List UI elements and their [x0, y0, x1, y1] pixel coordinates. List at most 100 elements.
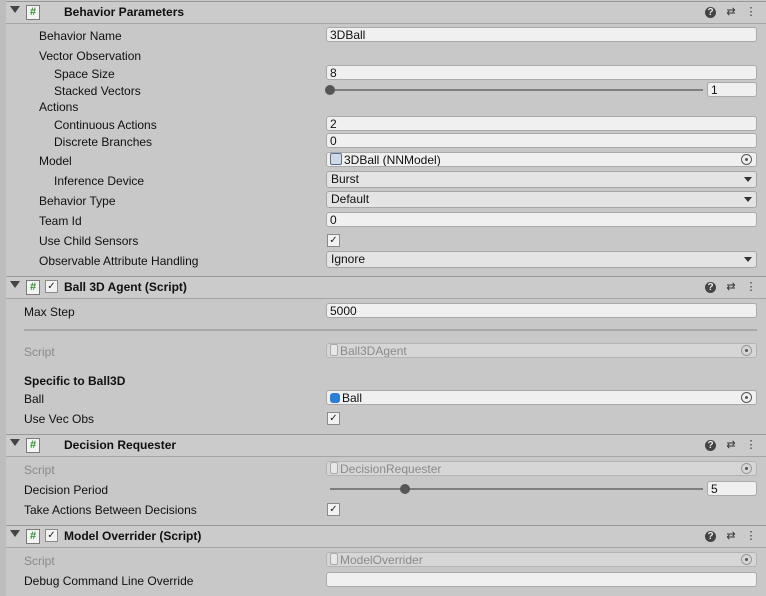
decision-period-label: Decision Period: [24, 483, 109, 497]
script-file-icon: [330, 344, 338, 356]
behavior-type-value: Default: [331, 192, 370, 206]
stacked-vectors-label: Stacked Vectors: [54, 84, 141, 98]
help-icon[interactable]: ?: [705, 7, 716, 18]
script-object-field: ModelOverrider: [326, 552, 757, 567]
use-vec-obs-checkbox[interactable]: ✓: [327, 412, 340, 425]
use-child-sensors-label: Use Child Sensors: [39, 234, 139, 248]
fold-arrow-icon[interactable]: [10, 439, 20, 446]
chevron-down-icon: [744, 257, 752, 262]
stacked-vectors-slider-thumb[interactable]: [325, 85, 335, 95]
behavior-type-dropdown[interactable]: Default: [326, 191, 757, 208]
debug-override-label: Debug Command Line Override: [24, 574, 194, 588]
presets-icon[interactable]: ⇄: [724, 529, 738, 543]
script-label: Script: [24, 345, 55, 359]
script-label: Script: [24, 463, 55, 477]
take-actions-checkbox[interactable]: ✓: [327, 503, 340, 516]
context-menu-icon[interactable]: ⋮: [744, 280, 758, 294]
ball-value: Ball: [342, 391, 363, 405]
fold-arrow-icon[interactable]: [10, 281, 20, 288]
team-id-input[interactable]: 0: [326, 212, 757, 227]
decision-period-input[interactable]: 5: [707, 481, 757, 496]
presets-icon[interactable]: ⇄: [724, 438, 738, 452]
inspector-panel: # Behavior Parameters ? ⇄ ⋮ Behavior Nam…: [0, 0, 766, 596]
debug-override-input[interactable]: [326, 572, 757, 587]
script-value: Ball3DAgent: [340, 344, 407, 358]
observable-attribute-dropdown[interactable]: Ignore: [326, 251, 757, 268]
chevron-down-icon: [744, 197, 752, 202]
use-vec-obs-label: Use Vec Obs: [24, 412, 95, 426]
script-file-icon: [330, 553, 338, 565]
component-title: Decision Requester: [64, 438, 177, 452]
ball-label: Ball: [24, 392, 45, 406]
inference-device-value: Burst: [331, 172, 360, 186]
script-value: ModelOverrider: [340, 553, 423, 567]
chevron-down-icon: [744, 177, 752, 182]
script-object-field: DecisionRequester: [326, 461, 757, 476]
decision-requester-header[interactable]: # Decision Requester ? ⇄ ⋮: [6, 434, 766, 457]
help-icon[interactable]: ?: [705, 531, 716, 542]
decision-period-slider-track[interactable]: [330, 488, 703, 490]
inference-device-label: Inference Device: [54, 174, 145, 188]
object-picker-icon[interactable]: [741, 154, 752, 165]
model-label: Model: [39, 154, 72, 168]
context-menu-icon[interactable]: ⋮: [744, 5, 758, 19]
model-value: 3DBall (NNModel): [344, 153, 441, 167]
stacked-vectors-input[interactable]: 1: [707, 82, 757, 97]
fold-arrow-icon[interactable]: [10, 530, 20, 537]
script-label: Script: [24, 554, 55, 568]
component-title: Model Overrider (Script): [64, 529, 202, 543]
component-enabled-checkbox[interactable]: ✓: [45, 529, 58, 542]
behavior-parameters-header[interactable]: # Behavior Parameters ? ⇄ ⋮: [6, 1, 766, 24]
object-picker-icon[interactable]: [741, 392, 752, 403]
use-child-sensors-checkbox[interactable]: ✓: [327, 234, 340, 247]
continuous-actions-label: Continuous Actions: [54, 118, 157, 132]
script-object-field: Ball3DAgent: [326, 343, 757, 358]
space-size-input[interactable]: 8: [326, 65, 757, 80]
discrete-branches-input[interactable]: 0: [326, 133, 757, 148]
inference-device-dropdown[interactable]: Burst: [326, 171, 757, 188]
space-size-label: Space Size: [54, 67, 115, 81]
behavior-name-label: Behavior Name: [39, 29, 122, 43]
specific-section-heading: Specific to Ball3D: [24, 374, 126, 388]
continuous-actions-input[interactable]: 2: [326, 116, 757, 131]
vector-observation-label: Vector Observation: [39, 49, 142, 63]
ball-3d-agent-header[interactable]: # ✓ Ball 3D Agent (Script) ? ⇄ ⋮: [6, 276, 766, 299]
help-icon[interactable]: ?: [705, 282, 716, 293]
ball-object-field[interactable]: Ball: [326, 390, 757, 405]
model-overrider-header[interactable]: # ✓ Model Overrider (Script) ? ⇄ ⋮: [6, 525, 766, 548]
presets-icon[interactable]: ⇄: [724, 5, 738, 19]
script-hash-icon: #: [26, 280, 40, 295]
take-actions-label: Take Actions Between Decisions: [24, 503, 197, 517]
max-step-label: Max Step: [24, 305, 75, 319]
context-menu-icon[interactable]: ⋮: [744, 438, 758, 452]
behavior-type-label: Behavior Type: [39, 194, 116, 208]
behavior-name-input[interactable]: 3DBall: [326, 27, 757, 42]
script-hash-icon: #: [26, 529, 40, 544]
context-menu-icon[interactable]: ⋮: [744, 529, 758, 543]
gameobject-cube-icon: [330, 393, 340, 403]
model-object-field[interactable]: 3DBall (NNModel): [326, 152, 757, 167]
object-picker-icon: [741, 554, 752, 565]
stacked-vectors-slider-track[interactable]: [330, 89, 703, 91]
observable-attribute-label: Observable Attribute Handling: [39, 254, 199, 268]
discrete-branches-label: Discrete Branches: [54, 135, 153, 149]
section-divider: [24, 329, 757, 331]
component-title: Behavior Parameters: [64, 5, 185, 19]
decision-period-slider-thumb[interactable]: [399, 484, 410, 494]
component-title: Ball 3D Agent (Script): [64, 280, 187, 294]
fold-arrow-icon[interactable]: [10, 6, 20, 13]
observable-attribute-value: Ignore: [331, 252, 366, 266]
presets-icon[interactable]: ⇄: [724, 280, 738, 294]
component-enabled-checkbox[interactable]: ✓: [45, 280, 58, 293]
help-icon[interactable]: ?: [705, 440, 716, 451]
script-hash-icon: #: [26, 5, 40, 20]
object-picker-icon: [741, 345, 752, 356]
nn-model-icon: [330, 153, 342, 165]
script-hash-icon: #: [26, 438, 40, 453]
script-value: DecisionRequester: [340, 462, 442, 476]
team-id-label: Team Id: [39, 214, 82, 228]
actions-label: Actions: [39, 100, 79, 114]
script-file-icon: [330, 462, 338, 474]
object-picker-icon: [741, 463, 752, 474]
max-step-input[interactable]: 5000: [326, 303, 757, 318]
